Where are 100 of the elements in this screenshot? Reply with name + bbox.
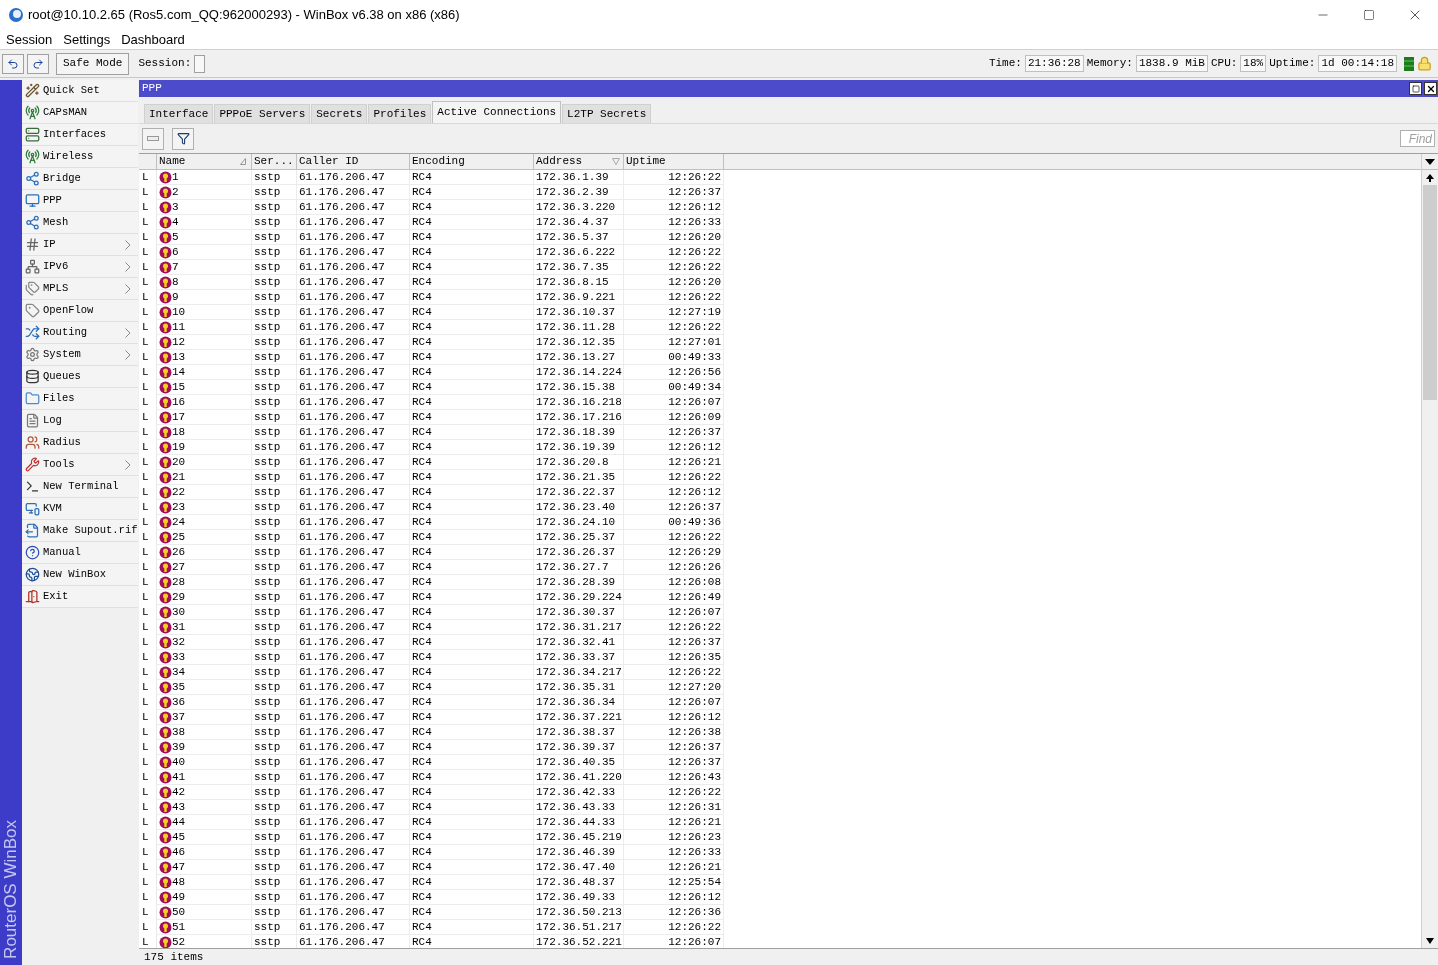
table-cell: sstp [254,559,281,575]
restore-button[interactable] [1409,82,1422,95]
flag-cell: L [139,665,157,680]
stat-value: 1838.9 MiB [1135,55,1208,72]
tab[interactable]: Profiles [368,104,432,123]
table-cell: sstp [254,544,281,560]
sidebar-item[interactable]: OpenFlow [22,300,138,322]
table-cell: sstp [254,604,281,620]
table-cell: RC4 [412,574,432,590]
filter-button[interactable] [172,127,194,150]
sidebar-item[interactable]: Mesh [22,212,138,234]
table-cell: sstp [254,889,281,905]
sidebar-item[interactable]: Tools [22,454,138,476]
table-cell: RC4 [412,469,432,485]
close-button[interactable] [1424,82,1437,95]
table-cell: sstp [254,214,281,230]
table-cell: 172.36.30.37 [536,604,616,620]
tab[interactable]: PPPoE Servers [214,104,311,123]
undo-button[interactable] [2,53,24,74]
sidebar-item[interactable]: Files [22,388,138,410]
sidebar-item[interactable]: System [22,344,138,366]
sidebar-item[interactable]: IP [22,234,138,256]
table-cell: 61.176.206.47 [299,544,385,560]
tab[interactable]: Interface [144,104,214,123]
sidebar-item[interactable]: MPLS [22,278,138,300]
sidebar-item[interactable]: Interfaces [22,124,138,146]
table-cell: 12:26:07 [668,604,721,620]
table-cell: 24 [172,514,186,530]
connection-icon [159,290,172,304]
table-cell: 12:26:22 [668,529,721,545]
table-cell: 61.176.206.47 [299,829,385,845]
connection-icon [159,725,172,739]
connection-icon [159,875,172,889]
sidebar-item[interactable]: Make Supout.rif [22,520,138,542]
sidebar-item[interactable]: Wireless [22,146,138,168]
table-cell: sstp [254,514,281,530]
table-cell: 172.36.47.40 [536,859,616,875]
sidebar-item[interactable]: New WinBox [22,564,138,586]
column-header[interactable]: Uptime [624,154,724,169]
table-cell: 12:26:20 [668,274,721,290]
menu-item[interactable]: Dashboard [121,29,185,50]
table-cell: RC4 [412,859,432,875]
table-cell: RC4 [412,604,432,620]
table-cell: 11 [172,319,186,335]
tab[interactable]: L2TP Secrets [562,104,652,123]
flag-cell: L [139,650,157,665]
table-cell: RC4 [412,709,432,725]
tab[interactable]: Secrets [311,104,368,123]
column-header[interactable]: Address [534,154,624,169]
table-cell: 61.176.206.47 [299,574,385,590]
sidebar-item[interactable]: KVM [22,498,138,520]
menu-item[interactable]: Session [6,29,53,50]
find-field[interactable]: Find [1400,130,1435,147]
scrollbar-thumb[interactable] [1423,185,1437,400]
sidebar-item[interactable]: Exit [22,586,138,608]
table-cell: 172.36.49.33 [536,889,616,905]
sidebar-item[interactable]: Routing [22,322,138,344]
sidebar-item[interactable]: Manual [22,542,138,564]
table-cell: 44 [172,814,186,830]
sidebar-item[interactable]: Quick Set [22,80,138,102]
table-cell: 40 [172,754,186,770]
sidebar-item[interactable]: PPP [22,190,138,212]
column-header[interactable]: Ser... [252,154,297,169]
table-cell: 61.176.206.47 [299,169,385,185]
sidebar-item[interactable]: New Terminal [22,476,138,498]
table-cell: sstp [254,454,281,470]
sidebar-item[interactable]: Queues [22,366,138,388]
redo-button[interactable] [27,53,49,74]
table-cell: 7 [172,259,179,275]
column-header[interactable]: Name [157,154,252,169]
help-icon [25,545,40,560]
table-cell: RC4 [412,319,432,335]
table-cell: 12:26:36 [668,904,721,920]
table-cell: 50 [172,904,186,920]
table-cell: RC4 [412,274,432,290]
column-header[interactable]: Encoding [410,154,534,169]
tab[interactable]: Active Connections [432,101,562,123]
table-cell: 61.176.206.47 [299,304,385,320]
side-banner: RouterOS WinBox [0,80,22,965]
table-cell: 61.176.206.47 [299,424,385,440]
ppp-window-title: PPP [142,81,162,97]
table-cell: 172.36.8.15 [536,274,609,290]
app-logo-icon [8,7,24,23]
sidebar-item[interactable]: Radius [22,432,138,454]
remove-button[interactable] [142,127,164,150]
flag-cell: L [139,500,157,515]
safe-mode-button[interactable]: Safe Mode [56,52,130,75]
table-cell: 61.176.206.47 [299,514,385,530]
table-cell: 37 [172,709,186,725]
column-header[interactable]: Caller ID [297,154,410,169]
sidebar-item[interactable]: CAPsMAN [22,102,138,124]
table-cell: 23 [172,499,186,515]
session-field[interactable] [194,54,206,73]
sidebar-item[interactable]: Bridge [22,168,138,190]
sidebar-item[interactable]: Log [22,410,138,432]
flag-cell: L [139,620,157,635]
table-cell: 52 [172,934,186,950]
menu-item[interactable]: Settings [63,29,111,50]
table-cell: sstp [254,934,281,950]
sidebar-item[interactable]: IPv6 [22,256,138,278]
